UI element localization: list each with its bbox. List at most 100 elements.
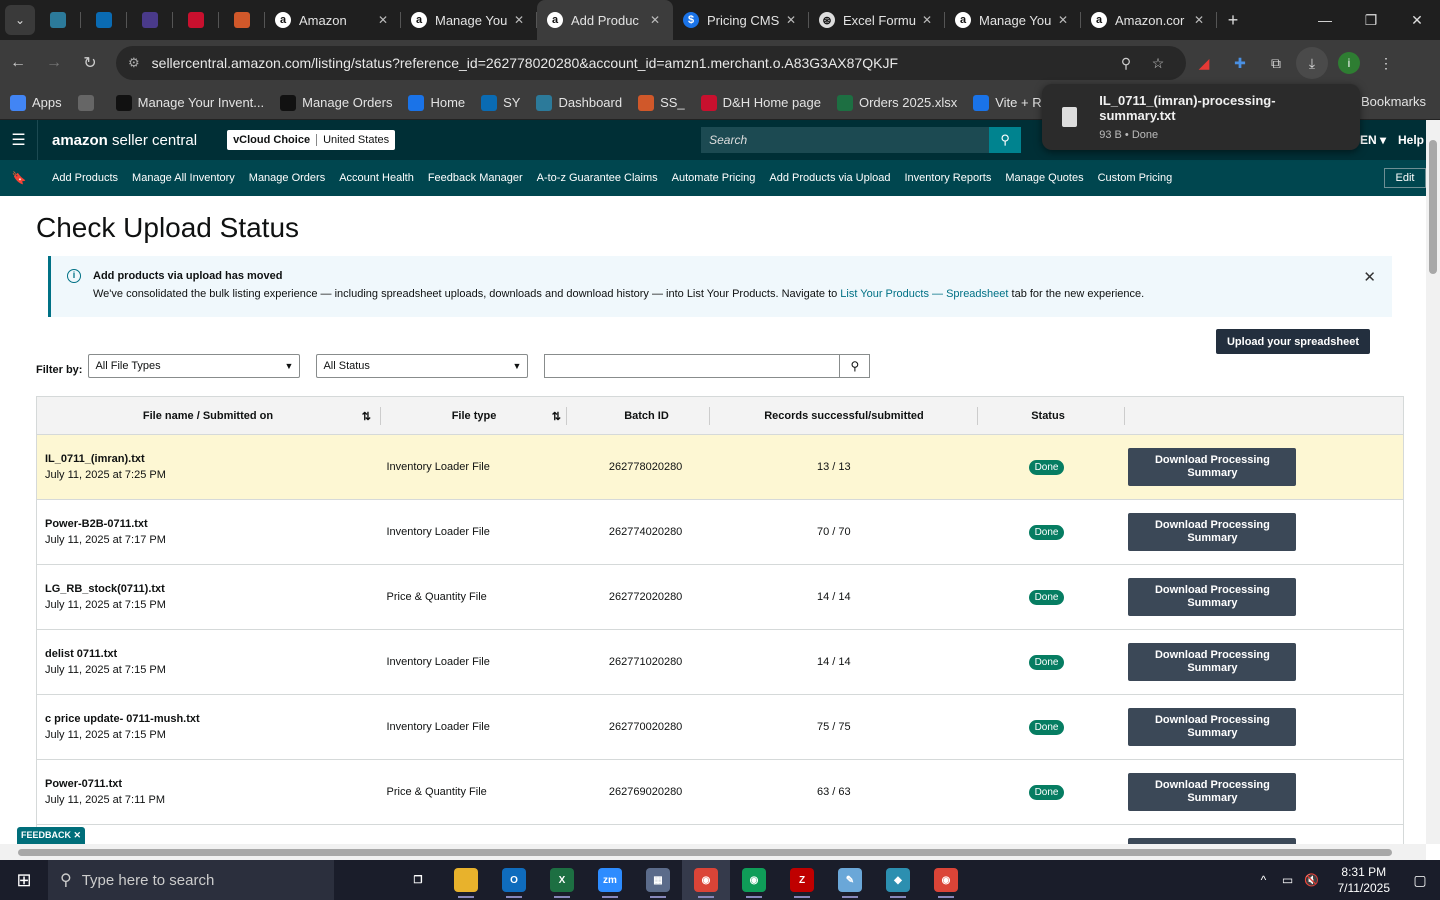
upload-spreadsheet-button[interactable]: Upload your spreadsheet	[1216, 329, 1370, 354]
close-tab-icon[interactable]: ✕	[511, 13, 527, 27]
taskbar-app[interactable]: ✎	[826, 860, 874, 900]
download-summary-button[interactable]: Download Processing Summary	[1128, 773, 1297, 811]
tab-search-button[interactable]: ⌄	[5, 5, 35, 35]
browser-menu-icon[interactable]: ⋮	[1368, 55, 1404, 72]
edit-nav-button[interactable]: Edit	[1384, 168, 1426, 188]
new-tab-button[interactable]: +	[1217, 10, 1249, 31]
chevron-up-icon[interactable]: ^	[1252, 873, 1276, 887]
close-tab-icon[interactable]: ✕	[647, 13, 663, 27]
bookmark-item[interactable]: Manage Orders	[280, 94, 392, 111]
download-summary-button[interactable]: Download Processing Summary	[1128, 448, 1297, 486]
feedback-tab[interactable]: FEEDBACK ✕	[17, 827, 85, 844]
taskbar-app[interactable]: ◉	[922, 860, 970, 900]
close-window-button[interactable]: ✕	[1394, 12, 1440, 29]
back-button[interactable]: ←	[0, 54, 36, 72]
notification-icon[interactable]: ▢	[1400, 872, 1440, 889]
nav-link[interactable]: A-to-z Guarantee Claims	[537, 172, 658, 184]
close-tab-icon[interactable]: ✕	[783, 13, 799, 27]
download-summary-button[interactable]: Download Processing Summary	[1128, 708, 1297, 746]
bookmark-item[interactable]: Manage Your Invent...	[115, 94, 264, 111]
upload-search-button[interactable]: ⚲	[840, 354, 871, 378]
sort-icon[interactable]: ⇅	[552, 410, 561, 423]
nav-link[interactable]: Manage Orders	[249, 172, 325, 184]
taskbar-app[interactable]	[442, 860, 490, 900]
bookmark-item[interactable]: SY	[481, 94, 520, 111]
browser-tab[interactable]: a Manage You ✕	[945, 0, 1081, 40]
list-your-products-link[interactable]: List Your Products — Spreadsheet	[840, 288, 1008, 300]
taskbar-search-input[interactable]: ⚲ Type here to search	[48, 860, 334, 900]
bookmark-item[interactable]	[77, 94, 100, 111]
taskbar-app[interactable]: X	[538, 860, 586, 900]
restore-button[interactable]: ❐	[1348, 12, 1394, 29]
extension-blue-icon[interactable]: ✚	[1222, 55, 1258, 72]
account-switcher[interactable]: vCloud Choice United States	[227, 130, 396, 150]
volume-muted-icon[interactable]: 🔇	[1300, 873, 1324, 887]
browser-tab[interactable]: a Add Produc ✕	[537, 0, 673, 40]
bookmark-ribbon-icon[interactable]: 🔖	[0, 171, 38, 185]
vertical-scrollbar[interactable]	[1426, 120, 1440, 844]
seller-search-button[interactable]: ⚲	[989, 127, 1022, 153]
taskbar-app[interactable]: ◆	[874, 860, 922, 900]
browser-tab[interactable]: a Amazon ✕	[265, 0, 401, 40]
minimize-button[interactable]: —	[1302, 12, 1348, 29]
status-filter[interactable]: All Status ▼	[316, 354, 529, 378]
taskbar-app[interactable]: ▦	[634, 860, 682, 900]
taskbar-app[interactable]: ❒	[394, 860, 442, 900]
pinned-tab[interactable]	[219, 0, 265, 40]
close-tab-icon[interactable]: ✕	[919, 13, 935, 27]
download-bubble[interactable]: IL_0711_(imran)-processing-summary.txt 9…	[1042, 84, 1360, 150]
pinned-tab[interactable]	[127, 0, 173, 40]
download-summary-button[interactable]: Download Processing Summary	[1128, 513, 1297, 551]
bookmark-item[interactable]: D&H Home page	[700, 94, 821, 111]
windows-start-icon[interactable]: ⊞	[0, 870, 48, 891]
horizontal-scrollbar[interactable]	[0, 844, 1426, 860]
clock[interactable]: 8:31 PM 7/11/2025	[1338, 864, 1391, 896]
site-info-icon[interactable]: ⚙	[128, 55, 140, 71]
bookmark-item[interactable]: Dashboard	[536, 94, 622, 111]
download-summary-button[interactable]: Download Processing Summary	[1128, 578, 1297, 616]
close-tab-icon[interactable]: ✕	[1191, 13, 1207, 27]
seller-central-logo[interactable]: amazon seller central	[52, 132, 197, 149]
taskbar-app[interactable]: ◉	[730, 860, 778, 900]
pinned-tab[interactable]	[81, 0, 127, 40]
search-lens-icon[interactable]: ⚲	[1110, 55, 1142, 72]
taskbar-app[interactable]: O	[490, 860, 538, 900]
taskbar-app[interactable]: zm	[586, 860, 634, 900]
profile-avatar[interactable]: i	[1338, 52, 1360, 74]
bookmark-item[interactable]: SS_	[638, 94, 685, 111]
reload-button[interactable]: ↻	[72, 53, 108, 73]
close-icon[interactable]: ✕	[1363, 268, 1376, 286]
all-bookmarks-link[interactable]: Bookmarks	[1361, 94, 1426, 109]
extension-red-icon[interactable]: ◢	[1186, 55, 1222, 72]
pinned-tab[interactable]	[173, 0, 219, 40]
nav-link[interactable]: Feedback Manager	[428, 172, 523, 184]
extensions-puzzle-icon[interactable]: ⧉	[1258, 55, 1294, 72]
taskbar-app[interactable]: Z	[778, 860, 826, 900]
bookmark-item[interactable]: Orders 2025.xlsx	[836, 94, 957, 111]
hamburger-menu-icon[interactable]: ☰	[0, 120, 38, 160]
nav-link[interactable]: Account Health	[339, 172, 414, 184]
file-type-filter[interactable]: All File Types ▼	[88, 354, 301, 378]
network-icon[interactable]: ▭	[1276, 873, 1300, 887]
pinned-tab[interactable]	[35, 0, 81, 40]
nav-link[interactable]: Add Products via Upload	[769, 172, 890, 184]
bookmark-star-icon[interactable]: ☆	[1142, 55, 1174, 72]
address-bar[interactable]: ⚙ sellercentral.amazon.com/listing/statu…	[116, 46, 1186, 80]
seller-search-input[interactable]: Search	[701, 127, 990, 153]
close-tab-icon[interactable]: ✕	[1055, 13, 1071, 27]
browser-tab[interactable]: a Amazon.cor ✕	[1081, 0, 1217, 40]
bookmark-item[interactable]: Apps	[10, 94, 62, 111]
scroll-thumb[interactable]	[1429, 140, 1437, 274]
nav-link[interactable]: Manage All Inventory	[132, 172, 235, 184]
nav-link[interactable]: Inventory Reports	[905, 172, 992, 184]
bookmark-item[interactable]: Home	[408, 94, 465, 111]
upload-search-input[interactable]	[544, 354, 841, 378]
col-file-type[interactable]: File type ⇅	[379, 410, 569, 423]
download-summary-button[interactable]: Download Processing Summary	[1128, 643, 1297, 681]
browser-tab[interactable]: ⊛ Excel Formu ✕	[809, 0, 945, 40]
help-link[interactable]: Help	[1398, 133, 1424, 147]
browser-tab[interactable]: $ Pricing CMS ✕	[673, 0, 809, 40]
taskbar-app[interactable]: ◉	[682, 860, 730, 900]
nav-link[interactable]: Add Products	[52, 172, 118, 184]
downloads-icon[interactable]: ⤓	[1296, 47, 1328, 79]
